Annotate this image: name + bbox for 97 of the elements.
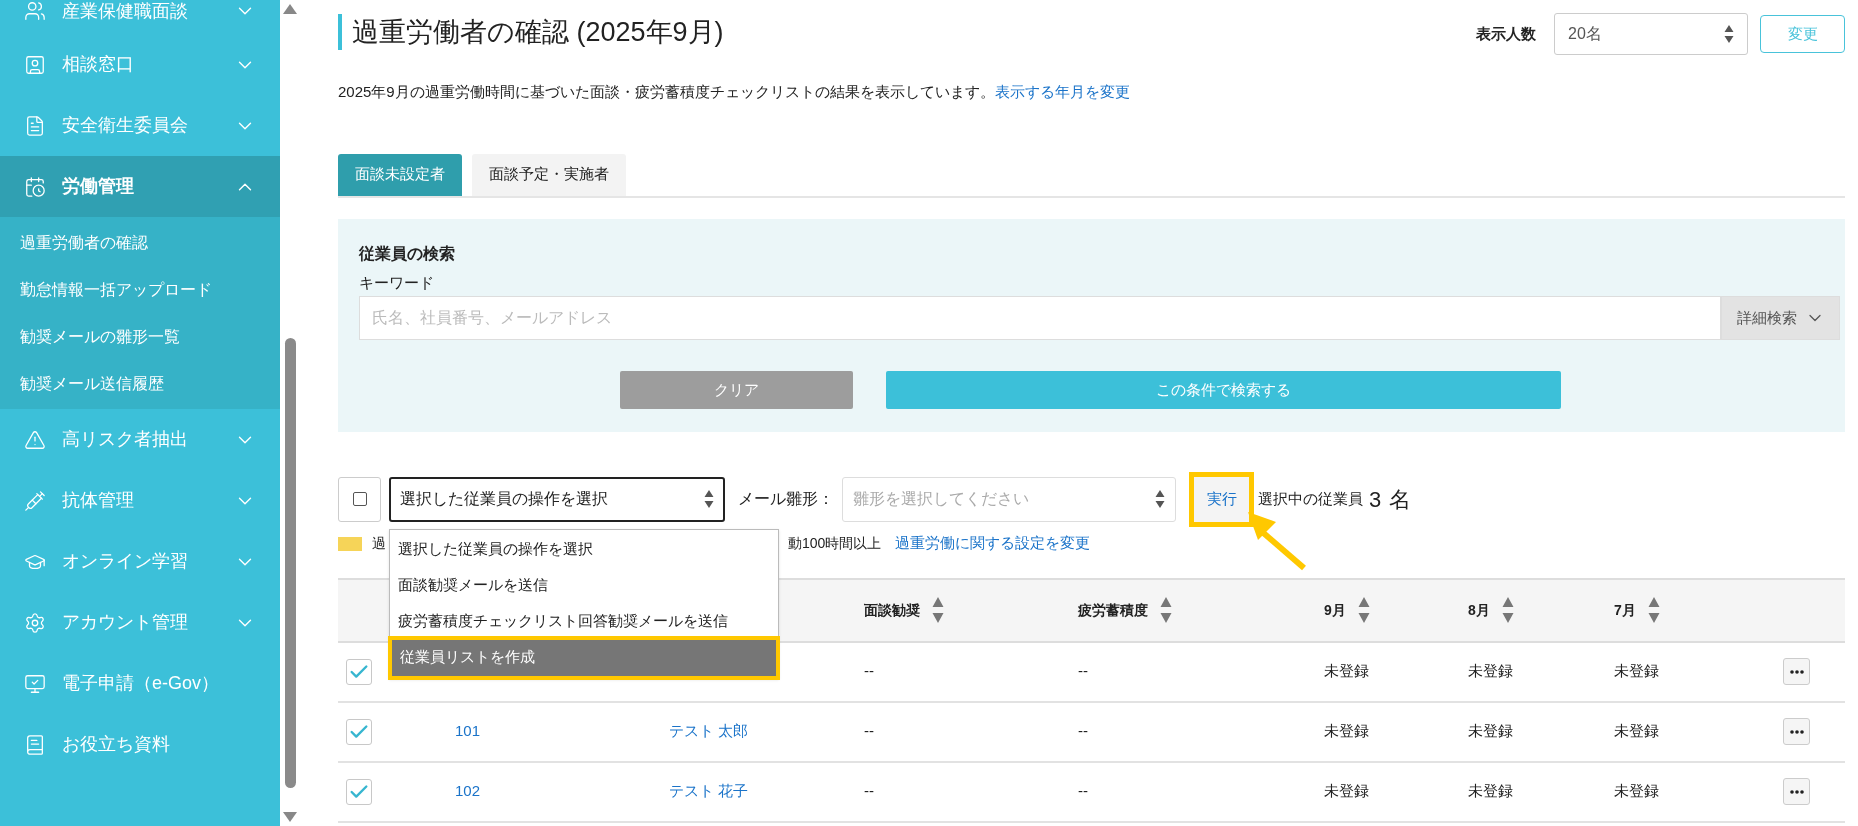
more-button[interactable] <box>1783 778 1810 805</box>
checkbox[interactable] <box>346 718 372 745</box>
legend-swatch <box>338 536 362 551</box>
page-size-label: 表示人数 <box>1476 23 1536 44</box>
title-accent <box>338 14 342 50</box>
sort-icon[interactable] <box>1647 596 1660 624</box>
table-cell: -- <box>864 722 874 740</box>
search-title: 従業員の検索 <box>359 243 456 264</box>
template-select[interactable]: 雛形を選択してください <box>842 476 1176 522</box>
legend-text: 動100時間以上 <box>788 534 882 553</box>
dropdown-option[interactable]: 疲労蓄積度チェックリスト回答勧奨メールを送信 <box>390 603 778 640</box>
column-header: 9月 <box>1324 600 1346 620</box>
keyword-field[interactable]: 氏名、社員番号、メールアドレス <box>359 296 1721 340</box>
legend-text: 過 <box>372 534 386 553</box>
sidebar-item[interactable]: 労働管理 <box>0 156 280 217</box>
more-button[interactable] <box>1783 718 1810 745</box>
column-header: 疲労蓄積度 <box>1078 600 1148 620</box>
description: 2025年9月の過重労働時間に基づいた面談・疲労蓄積度チェックリストの結果を表示しています。表示する年月を変更 <box>338 82 1131 102</box>
people-icon <box>24 0 46 22</box>
sidebar-item[interactable]: お役立ち資料 <box>0 714 280 775</box>
warning-icon <box>24 428 46 451</box>
table-cell: 未登録 <box>1468 722 1513 740</box>
column-header: 面談勧奨 <box>864 600 920 620</box>
sidebar-item[interactable]: 抗体管理 <box>0 470 280 531</box>
advanced-search-button[interactable]: 詳細検索 <box>1721 296 1840 340</box>
checkbox[interactable] <box>346 658 372 685</box>
dropdown-option[interactable]: 面談勧奨メールを送信 <box>390 567 778 604</box>
table-cell: 未登録 <box>1468 662 1513 680</box>
syringe-icon <box>24 489 46 512</box>
book-icon <box>24 733 46 756</box>
keyword-label: キーワード <box>359 272 435 293</box>
sidebar-item[interactable]: アカウント管理 <box>0 592 280 653</box>
scroll-up-icon[interactable] <box>283 4 297 14</box>
sidebar-item[interactable]: 高リスク者抽出 <box>0 409 280 470</box>
sort-icon[interactable] <box>1501 596 1514 624</box>
table-cell: 未登録 <box>1324 722 1369 740</box>
scroll-down-icon[interactable] <box>283 812 297 822</box>
document-icon <box>24 114 46 137</box>
selected-count: 3 <box>1369 485 1382 514</box>
updown-caret-icon <box>1724 23 1734 45</box>
sort-icon[interactable] <box>1357 596 1370 624</box>
submenu-item[interactable]: 勤怠情報一括アップロード <box>0 266 280 313</box>
column-header: 7月 <box>1614 600 1636 620</box>
dropdown-option[interactable]: 選択した従業員の操作を選択 <box>390 531 778 568</box>
tab[interactable]: 面談未設定者 <box>338 153 462 196</box>
table-cell: 未登録 <box>1468 782 1513 800</box>
table-cell: -- <box>864 782 874 800</box>
employee-id-link[interactable]: 101 <box>455 722 481 740</box>
submenu-item[interactable]: 勧奨メール送信履歴 <box>0 360 280 407</box>
action-select[interactable]: 選択した従業員の操作を選択 <box>389 476 725 522</box>
table-cell: 未登録 <box>1614 722 1659 740</box>
ellipsis-icon <box>1789 669 1804 674</box>
updown-caret-icon <box>704 488 714 510</box>
sort-icon[interactable] <box>1160 596 1172 624</box>
updown-caret-icon <box>1155 488 1165 510</box>
table-cell: 未登録 <box>1614 782 1659 800</box>
sidebar-item[interactable]: オンライン学習 <box>0 531 280 592</box>
sidebar-item[interactable]: 電子申請（e-Gov） <box>0 653 280 714</box>
arrow <box>1246 509 1308 572</box>
ellipsis-icon <box>1789 729 1804 734</box>
submenu-item[interactable]: 勧奨メールの雛形一覧 <box>0 313 280 360</box>
settings-icon <box>24 611 46 634</box>
sidebar-item[interactable]: 安全衛生委員会 <box>0 95 280 156</box>
calendar-clock-icon <box>24 175 46 198</box>
submenu-item[interactable]: 過重労働者の確認 <box>0 219 280 266</box>
checkbox[interactable] <box>346 778 372 805</box>
monitor-check-icon <box>24 672 46 695</box>
selected-count-unit: 名 <box>1389 485 1412 514</box>
page-title: 過重労働者の確認 (2025年9月) <box>352 18 724 46</box>
tab[interactable]: 面談予定・実施者 <box>472 153 626 196</box>
table-cell: -- <box>1078 722 1088 740</box>
more-button[interactable] <box>1783 658 1810 685</box>
scroll-thumb[interactable] <box>284 338 296 788</box>
table-cell: -- <box>1078 662 1088 680</box>
employee-id-link[interactable]: 102 <box>455 782 481 800</box>
column-header: 8月 <box>1468 600 1490 620</box>
search-button[interactable]: この条件で検索する <box>886 371 1561 409</box>
clear-button[interactable]: クリア <box>620 371 853 409</box>
table-cell: -- <box>864 662 874 680</box>
employee-name-link[interactable]: テスト 花子 <box>669 782 749 800</box>
template-label: メール雛形： <box>738 489 834 509</box>
select-all-checkbox[interactable] <box>338 476 381 522</box>
page-size-select[interactable]: 20名 <box>1554 13 1748 55</box>
sidebar-item[interactable]: 産業保健職面談 <box>0 0 280 34</box>
employee-name-link[interactable]: テスト 太郎 <box>669 722 749 740</box>
selected-count-label: 選択中の従業員 <box>1258 488 1363 509</box>
table-cell: 未登録 <box>1324 662 1369 680</box>
table-cell: -- <box>1078 782 1088 800</box>
settings-link[interactable]: 過重労働に関する設定を変更 <box>895 532 1091 555</box>
person-card-icon <box>24 53 46 76</box>
change-month-link[interactable]: 表示する年月を変更 <box>994 83 1130 100</box>
ellipsis-icon <box>1789 789 1804 794</box>
change-button[interactable]: 変更 <box>1760 15 1845 53</box>
sidebar-item[interactable]: 相談窓口 <box>0 34 280 95</box>
table-cell: 未登録 <box>1614 662 1659 680</box>
sort-icon[interactable] <box>932 596 944 624</box>
table-cell: 未登録 <box>1324 782 1369 800</box>
